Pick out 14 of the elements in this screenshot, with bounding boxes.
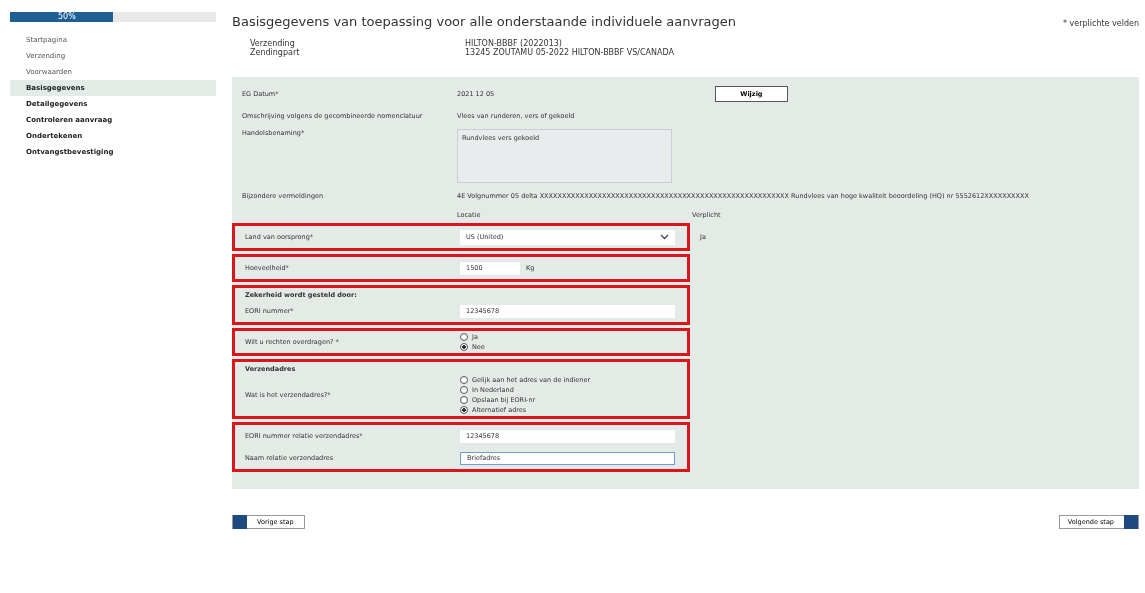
chevron-icon <box>660 234 669 240</box>
radio-button[interactable] <box>460 386 468 394</box>
radio-button[interactable] <box>460 406 468 414</box>
summary-value: 13245 ZOUTAMU 05-2022 HILTON-BBBF VS/CANADA <box>465 48 674 57</box>
radio-button[interactable] <box>460 396 468 404</box>
page-title: Basisgegevens van toepassing voor alle onderstaande individuele aanvragen <box>232 14 736 29</box>
summary-label: Zendingpart <box>250 48 301 57</box>
summary-value: HILTON-BBBF (2022013) <box>465 39 562 48</box>
radio-button[interactable] <box>460 333 468 341</box>
progress-label: 50% <box>58 12 76 22</box>
radio-button[interactable] <box>460 343 468 351</box>
radio-button[interactable] <box>460 376 468 384</box>
required-note: * verplichte velden <box>1062 19 1139 28</box>
summary-label: Verzending <box>250 39 295 48</box>
